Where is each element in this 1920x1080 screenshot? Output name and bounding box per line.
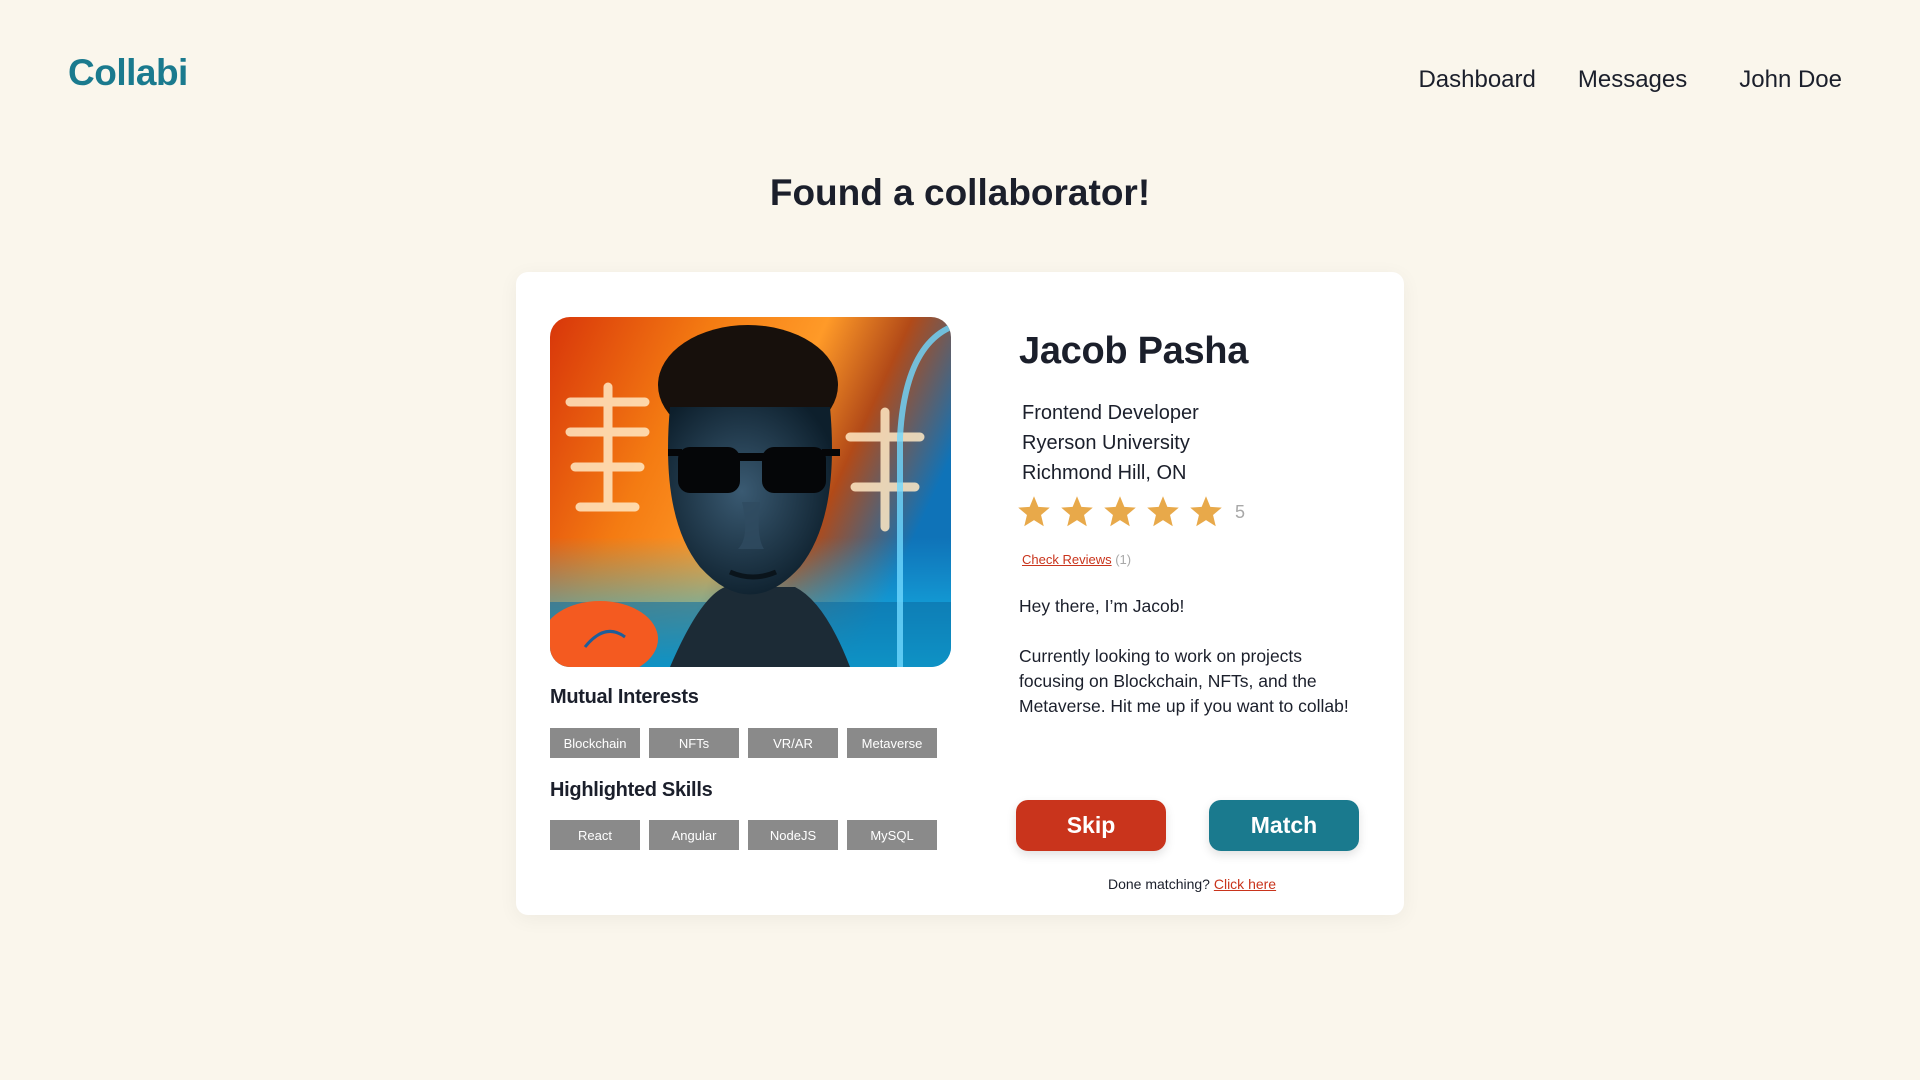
page-title: Found a collaborator!	[769, 172, 1151, 213]
match-page: Collabi Dashboard Messages John Doe Foun…	[0, 0, 1920, 1080]
skill-tag: Angular	[649, 820, 739, 850]
app-logo[interactable]: Collabi	[68, 52, 188, 94]
skill-tag: MySQL	[847, 820, 937, 850]
nav-messages[interactable]: Messages	[1578, 66, 1687, 94]
rating-value: 5	[1235, 501, 1246, 522]
highlighted-skills-tags: React Angular NodeJS MySQL	[550, 820, 937, 850]
star-icon	[1104, 496, 1136, 527]
skill-tag: React	[550, 820, 640, 850]
profile-school: Ryerson University	[1022, 432, 1190, 454]
done-matching-text: Done matching?	[1108, 876, 1210, 892]
profile-role: Frontend Developer	[1022, 402, 1199, 424]
interest-tag: VR/AR	[748, 728, 838, 758]
interest-tag: Metaverse	[847, 728, 937, 758]
match-button[interactable]: Match	[1209, 800, 1359, 851]
star-icon	[1147, 496, 1179, 527]
interest-tag: Blockchain	[550, 728, 640, 758]
profile-photo	[550, 317, 951, 667]
mutual-interests-title: Mutual Interests	[550, 686, 699, 708]
check-reviews-link[interactable]: Check Reviews	[1022, 552, 1112, 567]
profile-bio: Hey there, I’m Jacob! Currently looking …	[1019, 594, 1349, 719]
profile-location: Richmond Hill, ON	[1022, 462, 1187, 484]
skip-button[interactable]: Skip	[1016, 800, 1166, 851]
nav-user-profile[interactable]: John Doe	[1739, 66, 1842, 94]
top-nav: Dashboard Messages John Doe	[1418, 66, 1842, 94]
star-icon	[1018, 496, 1050, 527]
highlighted-skills-title: Highlighted Skills	[550, 779, 713, 801]
star-icon	[1061, 496, 1093, 527]
mutual-interests-tags: Blockchain NFTs VR/AR Metaverse	[550, 728, 937, 758]
profile-name: Jacob Pasha	[1019, 330, 1249, 372]
done-matching-link[interactable]: Click here	[1214, 876, 1276, 892]
bio-greeting: Hey there, I’m Jacob!	[1019, 596, 1185, 616]
star-icon	[1190, 496, 1222, 527]
done-matching-row: Done matching? Click here	[516, 876, 1404, 892]
star-rating: 5	[1016, 494, 1245, 530]
skill-tag: NodeJS	[748, 820, 838, 850]
reviews-count: (1)	[1115, 552, 1132, 567]
reviews-row: Check Reviews (1)	[1022, 552, 1131, 567]
profile-card: Mutual Interests Blockchain NFTs VR/AR M…	[516, 272, 1404, 915]
profile-info: Frontend Developer Ryerson University Ri…	[1022, 398, 1199, 488]
bio-description: Currently looking to work on projects fo…	[1019, 646, 1349, 716]
interest-tag: NFTs	[649, 728, 739, 758]
nav-dashboard[interactable]: Dashboard	[1418, 66, 1535, 94]
